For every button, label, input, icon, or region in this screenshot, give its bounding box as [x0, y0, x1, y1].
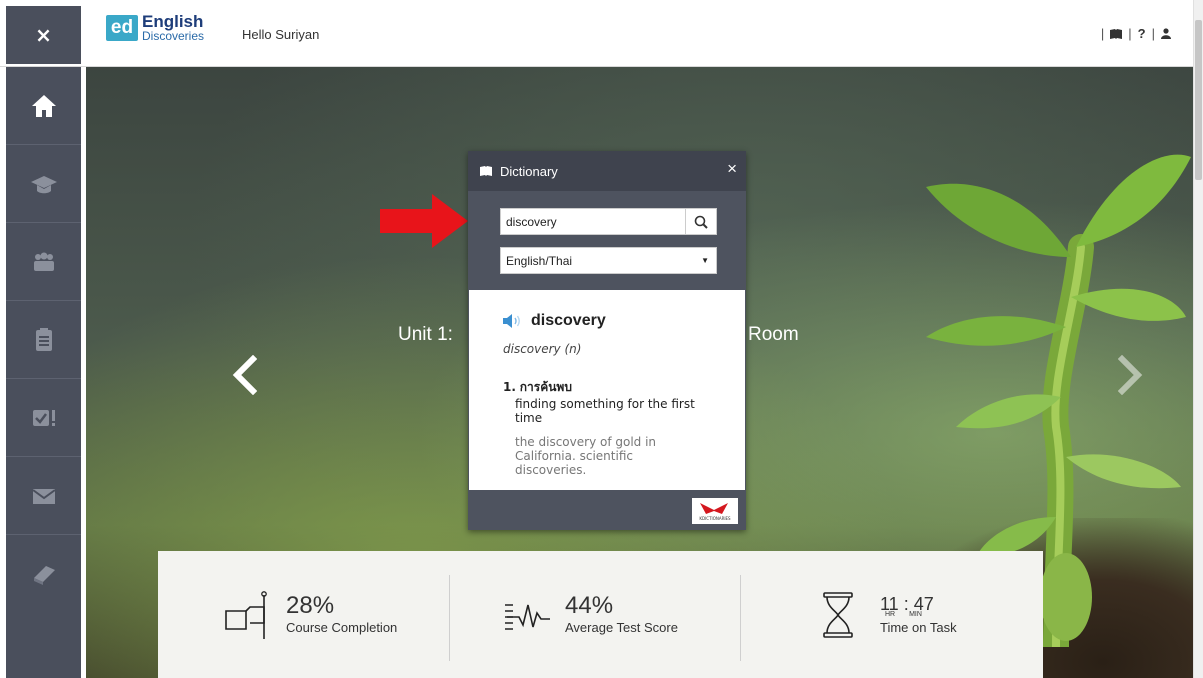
pulse-chart-icon — [505, 603, 550, 630]
language-selected: English/Thai — [506, 253, 573, 268]
assessment-icon — [32, 409, 55, 426]
sidebar-item-messages[interactable] — [6, 457, 81, 535]
logo-subtitle: Discoveries — [142, 29, 205, 43]
dictionary-search-box — [500, 208, 717, 235]
sidebar-item-courses[interactable] — [6, 145, 81, 223]
provider-label: KDICTIONARIES — [699, 515, 731, 521]
page-scrollbar[interactable] — [1193, 0, 1203, 678]
scrollbar-thumb[interactable] — [1195, 20, 1202, 180]
dictionary-close-button[interactable]: × — [727, 159, 737, 179]
header-tools: | | ? | — [1101, 26, 1171, 41]
unit-title: Unit 1: — [398, 324, 453, 345]
stats-divider — [740, 575, 741, 661]
sidebar-item-library[interactable] — [6, 535, 81, 613]
menu-close-button[interactable]: × — [6, 6, 81, 64]
course-completion-stat: 28% Course Completion — [224, 551, 397, 678]
app-page: Unit 1: Room × ed English Discoveries He… — [0, 0, 1203, 678]
progress-stats-panel: 28% Course Completion 44% Average Test S… — [158, 551, 1043, 678]
flag-completion-icon — [225, 590, 267, 639]
book-icon — [480, 166, 492, 176]
score-value: 44% — [565, 592, 614, 619]
sense-number: 1. — [503, 380, 516, 394]
sidebar-item-tasks[interactable] — [6, 301, 81, 379]
time-label: Time on Task — [880, 619, 957, 635]
entry-part-of-speech: discovery (n) — [503, 342, 582, 356]
sense-example: the discovery of gold in California. sci… — [515, 435, 657, 477]
language-select[interactable]: English/Thai ▼ — [500, 247, 717, 274]
dictionary-search-input[interactable] — [501, 209, 686, 234]
graduation-cap-icon — [30, 175, 57, 193]
unit-title-suffix: Room — [748, 324, 799, 345]
english-discoveries-logo[interactable]: ed English Discoveries — [106, 13, 204, 42]
dictionary-book-icon[interactable] — [1110, 28, 1123, 39]
hourglass-icon — [823, 591, 853, 638]
clipboard-icon — [35, 327, 52, 351]
kdictionaries-logo[interactable]: KDICTIONARIES — [692, 498, 738, 524]
top-header: × ed English Discoveries Hello Suriyan |… — [0, 0, 1203, 678]
user-greeting: Hello Suriyan — [242, 27, 320, 42]
home-icon — [31, 94, 56, 117]
search-icon — [694, 215, 708, 229]
average-score-stat: 44% Average Test Score — [503, 551, 678, 678]
logo-badge: ed — [106, 14, 138, 41]
help-icon[interactable]: ? — [1138, 26, 1146, 41]
close-icon: × — [35, 23, 52, 47]
annotation-arrow-icon — [380, 194, 468, 248]
time-on-task-stat: 11 : 47 HR MIN Time on Task — [818, 551, 957, 678]
sense-definition: finding something for the first time — [515, 397, 695, 425]
logo-title: English — [142, 12, 204, 31]
entry-sense: 1. การค้นพบ finding something for the fi… — [503, 378, 745, 477]
audio-speaker-icon[interactable] — [503, 314, 523, 328]
separator: | — [1128, 26, 1132, 41]
prev-arrow-icon[interactable] — [231, 355, 257, 395]
user-profile-icon[interactable] — [1161, 28, 1171, 39]
stats-divider — [449, 575, 450, 661]
minute-unit: MIN — [909, 610, 922, 618]
sidebar-item-community[interactable] — [6, 223, 81, 301]
time-units: HR MIN — [885, 611, 957, 618]
dictionary-entry: discovery discovery (n) 1. การค้นพบ find… — [469, 290, 745, 490]
separator: | — [1100, 26, 1105, 41]
dictionary-popup: Dictionary × English/Thai ▼ discovery — [468, 151, 746, 530]
dictionary-header: Dictionary × — [468, 151, 746, 191]
sidebar-item-assessment[interactable] — [6, 379, 81, 457]
separator: | — [1151, 26, 1155, 41]
entry-headword: discovery — [531, 312, 606, 329]
completion-label: Course Completion — [286, 620, 398, 635]
kdictionaries-mark-icon — [700, 502, 728, 514]
sense-translation: การค้นพบ — [519, 380, 572, 394]
dictionary-footer: KDICTIONARIES — [468, 490, 746, 530]
next-arrow-icon[interactable] — [1118, 355, 1144, 395]
dictionary-search-button[interactable] — [685, 209, 716, 234]
book-icon — [33, 566, 55, 585]
mail-icon — [31, 488, 56, 504]
score-label: Average Test Score — [565, 620, 678, 635]
chevron-down-icon: ▼ — [701, 256, 709, 265]
hour-unit: HR — [885, 610, 896, 618]
sidebar-item-home[interactable] — [6, 67, 81, 145]
completion-value: 28% — [286, 592, 335, 619]
left-sidebar — [6, 67, 81, 678]
dictionary-title: Dictionary — [500, 163, 558, 179]
users-icon — [33, 252, 54, 271]
